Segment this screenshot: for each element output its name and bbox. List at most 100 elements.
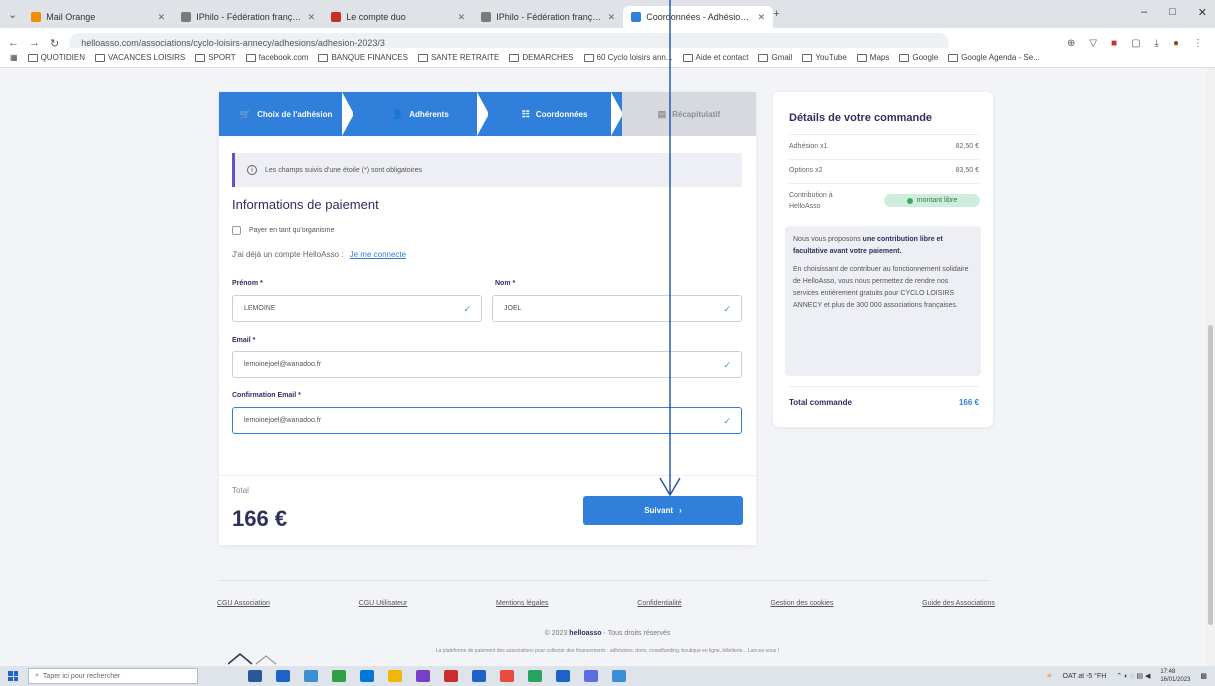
taskbar-app-icon[interactable]: [304, 670, 318, 682]
bookmark-item[interactable]: facebook.com: [245, 53, 309, 62]
bookmark-label: Google: [912, 53, 939, 62]
footer-link[interactable]: Confidentialité: [637, 600, 681, 607]
toggle-dot-icon: [906, 197, 913, 204]
step-3[interactable]: ☷ Coordonnées: [487, 92, 623, 136]
bookmark-item[interactable]: SPORT: [195, 53, 236, 62]
step-2[interactable]: 👤 Adhérents: [353, 92, 489, 136]
prenom-field[interactable]: LEMOINE ✓: [232, 295, 482, 322]
footer-link[interactable]: Gestion des cookies: [770, 600, 833, 607]
close-tab-icon[interactable]: ✕: [308, 12, 316, 23]
footer-link[interactable]: Guide des Associations: [922, 600, 995, 607]
weather-icon: ☀: [1046, 673, 1053, 680]
step-icon: ☷: [521, 108, 530, 119]
new-tab-button[interactable]: +: [773, 8, 779, 20]
apps-grid-icon[interactable]: ▦: [10, 53, 18, 62]
valid-check-icon: ✓: [723, 360, 731, 370]
bookmark-label: Maps: [869, 53, 890, 62]
email-field[interactable]: lemoinejoel@wanadoo.fr ✓: [232, 351, 742, 378]
bookmark-item[interactable]: YouTube: [802, 53, 847, 62]
bookmark-item[interactable]: Google Agenda - Se...: [948, 53, 1040, 62]
taskbar-app-icon[interactable]: [472, 670, 486, 682]
taskbar-app-icon[interactable]: [416, 670, 430, 682]
step-1[interactable]: 🛒 Choix de l'adhésion: [219, 92, 355, 136]
browser-tab[interactable]: Coordonnées - Adhésion 2023 ✕: [623, 6, 774, 28]
step-icon: 🛒: [239, 108, 252, 119]
close-tab-icon[interactable]: ✕: [758, 12, 766, 23]
pay-as-org-checkbox[interactable]: [232, 226, 241, 235]
filter-icon[interactable]: ▽: [1089, 38, 1097, 49]
bookmark-label: BANQUE FINANCES: [331, 53, 408, 62]
browser-tab[interactable]: Le compte duo ✕: [323, 6, 473, 28]
close-tab-icon[interactable]: ✕: [158, 12, 166, 23]
next-button-label: Suivant: [644, 506, 674, 515]
order-row: Adhésion x1 82,50 €: [789, 143, 979, 150]
footer-link[interactable]: CGU Association: [217, 600, 270, 607]
valid-check-icon: ✓: [463, 304, 471, 314]
notifications-icon[interactable]: ▩: [1200, 672, 1207, 680]
taskbar-app-icon[interactable]: [388, 670, 402, 682]
order-total-value: 166 €: [958, 398, 979, 407]
minimize-icon[interactable]: –: [1141, 6, 1147, 19]
bookmark-label: YouTube: [815, 53, 847, 62]
browser-tab[interactable]: Mail Orange ✕: [23, 6, 173, 28]
email-value: lemoinejoel@wanadoo.fr: [244, 361, 322, 368]
taskbar-app-icon[interactable]: [500, 670, 514, 682]
extension-icon[interactable]: ■: [1111, 38, 1117, 49]
folder-icon: [245, 53, 256, 62]
browser-tab[interactable]: IPhilo - Fédération française... ✕: [173, 6, 323, 28]
tab-list-icon[interactable]: ⌄: [8, 8, 17, 21]
clock-date: 16/01/2023: [1160, 677, 1191, 683]
taskbar-app-icon[interactable]: [556, 670, 570, 682]
windows-start-icon[interactable]: [8, 671, 18, 681]
taskbar-app-icon[interactable]: [584, 670, 598, 682]
brand-logo: helloasso: [569, 630, 602, 637]
footer-link[interactable]: CGU Utilisateur: [359, 600, 408, 607]
bookmark-label: facebook.com: [258, 53, 309, 62]
nom-field[interactable]: JOEL ✓: [492, 295, 742, 322]
bookmark-item[interactable]: VACANCES LOISIRS: [95, 53, 185, 62]
menu-icon[interactable]: ⋮: [1193, 38, 1203, 49]
taskbar-search[interactable]: ⌕ Taper ici pour rechercher: [28, 668, 198, 684]
bookmark-item[interactable]: Google: [899, 53, 938, 62]
taskbar-app-icon[interactable]: [360, 670, 374, 682]
bookmark-item[interactable]: BANQUE FINANCES: [318, 53, 408, 62]
close-tab-icon[interactable]: ✕: [608, 12, 616, 23]
step-icon: ▤: [657, 108, 667, 119]
tray-icons[interactable]: ⌃ ◐ ◌ ▤ ◀: [1116, 672, 1150, 680]
zoom-icon[interactable]: ⊕: [1067, 38, 1075, 49]
close-window-icon[interactable]: ✕: [1198, 6, 1207, 19]
taskbar-app-icon[interactable]: [332, 670, 346, 682]
account-prompt-text: J'ai déjà un compte HelloAsso :: [232, 250, 344, 259]
taskbar-app-icon[interactable]: [612, 670, 626, 682]
bookmark-item[interactable]: 60 Cyclo loisirs ann...: [583, 53, 673, 62]
taskbar-app-icon[interactable]: [276, 670, 290, 682]
download-icon[interactable]: ⤓: [1155, 38, 1159, 49]
bookmark-item[interactable]: Gmail: [758, 53, 792, 62]
taskbar-app-icon[interactable]: [444, 670, 458, 682]
nom-label: Nom *: [495, 280, 516, 287]
confirm-email-field[interactable]: lemoinejoel@wanadoo.fr ✓: [232, 407, 742, 434]
pay-as-org-row: Payer en tant qu'organisme: [232, 226, 334, 235]
maximize-icon[interactable]: □: [1169, 6, 1176, 19]
close-tab-icon[interactable]: ✕: [458, 12, 466, 23]
browser-tab[interactable]: IPhilo - Fédération française... ✕: [473, 6, 623, 28]
bookmark-item[interactable]: DEMARCHES: [509, 53, 574, 62]
contribution-amount-button[interactable]: montant libre: [884, 194, 980, 207]
taskbar-app-icon[interactable]: [528, 670, 542, 682]
footer-link[interactable]: Mentions légales: [496, 600, 549, 607]
profile-avatar[interactable]: ●: [1173, 38, 1179, 49]
next-button[interactable]: Suivant ›: [583, 496, 743, 525]
bookmark-label: Gmail: [771, 53, 793, 62]
bookmark-item[interactable]: SANTE RETRAITE: [417, 53, 499, 62]
clock[interactable]: 17:48 16/01/2023: [1160, 668, 1190, 684]
sidepanel-icon[interactable]: ▢: [1131, 38, 1140, 49]
required-fields-notice: i Les champs suivis d'une étoile (*) son…: [232, 153, 742, 187]
bookmark-item[interactable]: Maps: [856, 53, 890, 62]
login-link[interactable]: Je me connecte: [350, 250, 406, 259]
bookmark-label: SPORT: [208, 53, 236, 62]
bookmark-item[interactable]: Aide et contact: [682, 53, 748, 62]
order-row: Options x2 83,50 €: [789, 167, 979, 174]
taskbar-app-icon[interactable]: [248, 670, 262, 682]
scrollbar-thumb[interactable]: [1208, 325, 1213, 625]
bookmark-item[interactable]: QUOTIDIEN: [27, 53, 85, 62]
